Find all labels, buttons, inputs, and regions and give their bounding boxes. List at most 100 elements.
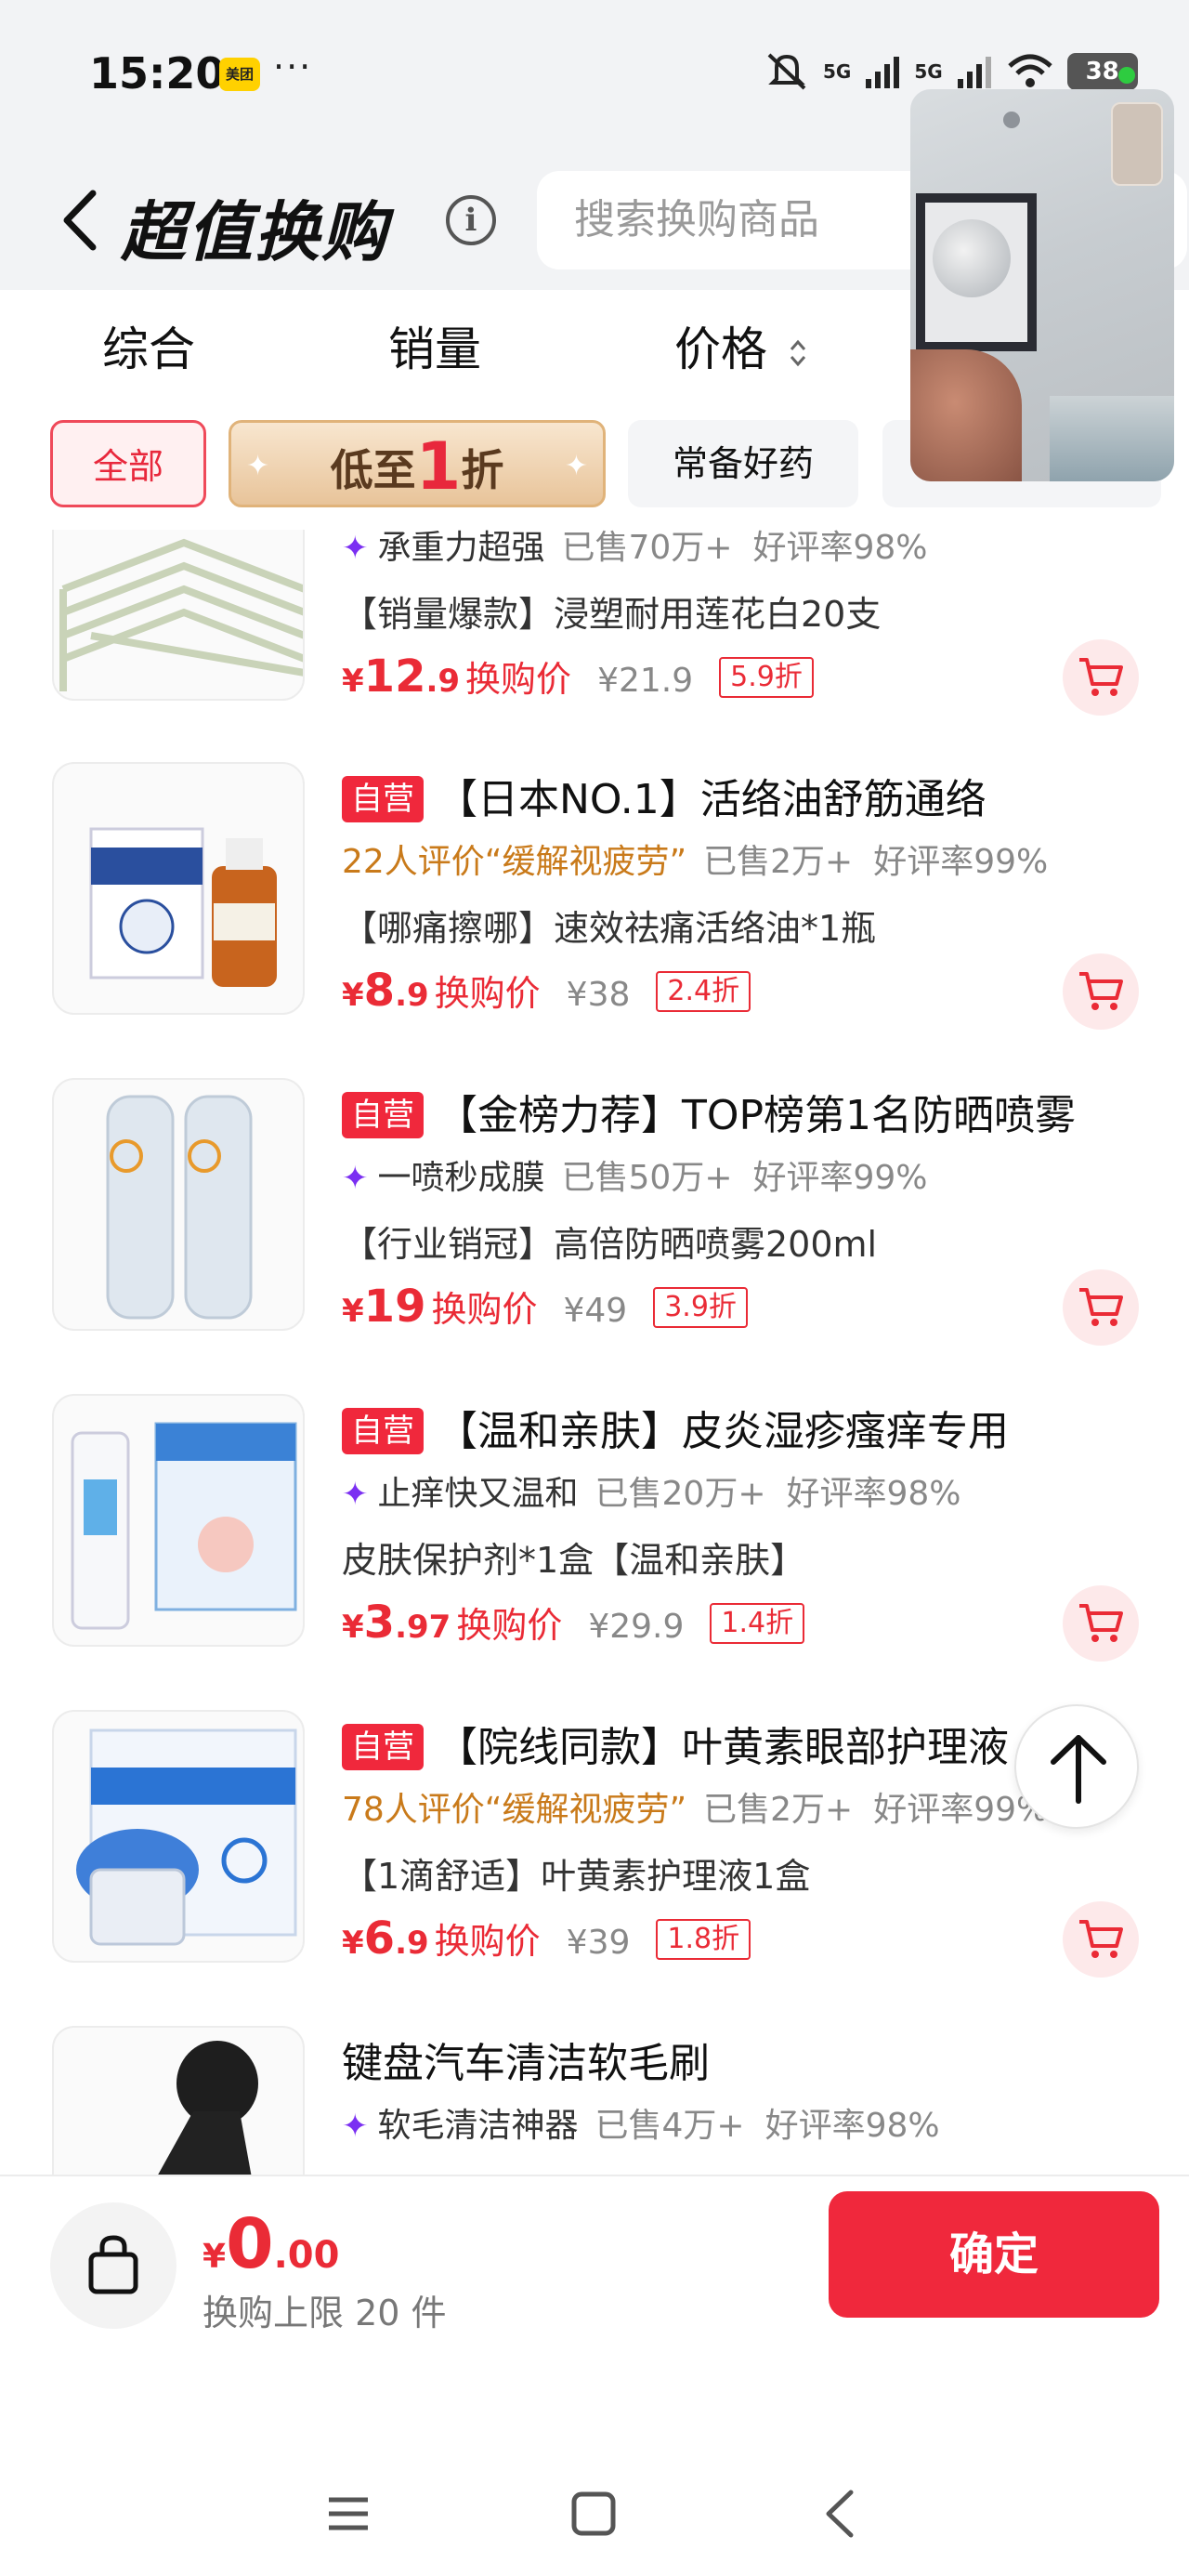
price-row: ¥19 换购价 ¥49 3.9折 (342, 1281, 748, 1336)
sparkle-icon: ✦ (564, 450, 588, 482)
product-subtitle: 【哪痛擦哪】速效祛痛活络油*1瓶 (342, 908, 877, 949)
product-thumbnail-brush[interactable] (52, 2026, 305, 2175)
self-preview-thumbnail[interactable] (1111, 102, 1163, 186)
exchange-bag-button[interactable] (50, 2202, 176, 2329)
floating-video-call-window[interactable] (910, 89, 1174, 481)
sort-arrow-icon (790, 339, 806, 366)
product-card[interactable]: 自营 【日本NO.1】活络油舒筋通络 22人评价“缓解视疲劳” 已售2万+ 好评率99… (0, 762, 1189, 1078)
sparkle-icon: ✦ (246, 450, 270, 482)
product-sold: 已售70万+ (561, 530, 733, 567)
add-to-cart-button[interactable] (1063, 1585, 1139, 1662)
sparkle-icon: ✦ (342, 1476, 369, 1513)
original-price: ¥38 (566, 976, 631, 1014)
product-thumbnail-sunscreen[interactable] (52, 1078, 305, 1331)
add-to-cart-button[interactable] (1063, 1269, 1139, 1346)
product-thumbnail-hangers[interactable] (52, 530, 305, 701)
sort-tab-label: 综合 (102, 322, 195, 376)
product-meta: ✦ 承重力超强 已售70万+ 好评率98% (342, 530, 928, 569)
product-card[interactable]: 自营 【温和亲肤】皮炎湿疹瘙痒专用 ✦ 止痒快又温和 已售20万+ 好评率98% 皮肤保… (0, 1394, 1189, 1710)
wifi-icon (1008, 54, 1052, 87)
product-meta: ✦ 止痒快又温和 已售20万+ 好评率98% (342, 1466, 961, 1515)
product-title: 键盘汽车清洁软毛刷 (342, 2040, 710, 2087)
page-title: 超值换购 (121, 194, 388, 270)
product-title: 自营 【日本NO.1】活络油舒筋通络 (342, 766, 986, 825)
self-operated-tag: 自营 (342, 776, 424, 822)
product-card[interactable]: 自营 【金榜力荐】TOP榜第1名防晒喷雾 ✦ 一喷秒成膜 已售50万+ 好评率99% 【… (0, 1078, 1189, 1394)
product-subtitle: 【1滴舒适】叶黄素护理液1盒 (342, 1856, 811, 1897)
search-input[interactable] (574, 191, 927, 247)
back-icon[interactable] (54, 188, 110, 253)
info-icon[interactable]: i (446, 195, 496, 245)
price-row: ¥8.9 换购价 ¥38 2.4折 (342, 965, 751, 1020)
signal-5g-label-1: 5G (823, 60, 852, 83)
cart-icon (1079, 1288, 1123, 1326)
meituan-app-icon: 美团 (219, 58, 260, 91)
sort-tab-price[interactable]: 价格 (674, 312, 808, 379)
skin-cream-image (71, 1422, 297, 1630)
filter-chip-discount[interactable]: ✦ 低至1折 ✦ (229, 420, 606, 507)
discount-badge: 5.9折 (719, 657, 814, 698)
product-card[interactable]: ✦ 承重力超强 已售70万+ 好评率98% 【销量爆款】浸塑耐用莲花白20支 ¥12.… (0, 530, 1189, 764)
product-thumbnail-skin-cream[interactable] (52, 1394, 305, 1647)
exchange-price: ¥12.9 (342, 651, 461, 703)
product-subtitle: 皮肤保护剂*1盒【温和亲肤】 (342, 1540, 806, 1581)
promo-suffix: 折 (461, 445, 504, 495)
cart-icon (1079, 1920, 1123, 1958)
price-label: 换购价 (434, 1921, 541, 1962)
promo-prefix: 低至 (330, 445, 416, 495)
product-thumbnail-eye-drops[interactable] (52, 1710, 305, 1963)
filter-chip-all[interactable]: 全部 (50, 420, 206, 507)
signal-icon-2 (957, 57, 991, 88)
camera-in-use-dot (1118, 67, 1135, 84)
wall-painting (916, 193, 1037, 351)
self-operated-tag: 自营 (342, 1408, 424, 1454)
price-label: 换购价 (434, 973, 541, 1014)
product-meta: 22人评价“缓解视疲劳” 已售2万+ 好评率99% (342, 835, 1048, 883)
product-title: 自营 【院线同款】叶黄素眼部护理液 (342, 1714, 1009, 1773)
product-rating: 好评率98% (752, 530, 928, 567)
confirm-button[interactable]: 确定 (829, 2191, 1159, 2318)
exchange-price: ¥8.9 (342, 965, 429, 1017)
painting-moon (933, 219, 1011, 297)
product-subtitle: 【行业销冠】高倍防晒喷雾200ml (342, 1224, 878, 1265)
sparkle-icon: ✦ (342, 1160, 369, 1197)
product-card[interactable]: 自营 【院线同款】叶黄素眼部护理液 78人评价“缓解视疲劳” 已售2万+ 好评率99%… (0, 1710, 1189, 2026)
nav-back-icon[interactable] (799, 2472, 882, 2556)
filter-chip-medicine[interactable]: 常备好药 (628, 420, 858, 507)
mute-icon (767, 53, 806, 90)
cart-icon (1079, 1604, 1123, 1642)
discount-badge: 2.4折 (656, 971, 751, 1012)
product-reviews: 78人评价“缓解视疲劳” (342, 1791, 687, 1829)
product-card[interactable]: 键盘汽车清洁软毛刷 ✦ 软毛清洁神器 已售4万+ 好评率98% (0, 2026, 1189, 2175)
product-rating: 好评率98% (764, 2107, 940, 2145)
sort-tab-sales[interactable]: 销量 (388, 312, 481, 379)
camera-dot (1003, 112, 1020, 128)
scroll-to-top-button[interactable] (1014, 1704, 1139, 1829)
status-time: 15:20 (89, 48, 226, 99)
product-title: 自营 【金榜力荐】TOP榜第1名防晒喷雾 (342, 1082, 1076, 1141)
product-meta: 78人评价“缓解视疲劳” 已售2万+ 好评率99% (342, 1782, 1048, 1831)
exchange-price: ¥19 (342, 1281, 426, 1333)
system-nav-bar (0, 2333, 1189, 2576)
price-label: 换购价 (456, 1605, 563, 1646)
product-highlight: 软毛清洁神器 (377, 2107, 579, 2145)
arrow-up-icon (1051, 1735, 1106, 1804)
add-to-cart-button[interactable] (1063, 1901, 1139, 1978)
home-icon[interactable] (552, 2472, 635, 2556)
product-thumbnail-oil[interactable] (52, 762, 305, 1015)
product-rating: 好评率99% (752, 1159, 928, 1197)
checkout-footer: ¥0.00 换购上限 20 件 确定 (0, 2175, 1189, 2333)
add-to-cart-button[interactable] (1063, 953, 1139, 1030)
signal-icon (866, 57, 900, 88)
product-highlight: 承重力超强 (377, 530, 545, 567)
add-to-cart-button[interactable] (1063, 639, 1139, 716)
menu-icon[interactable] (307, 2472, 390, 2556)
price-row: ¥12.9 换购价 ¥21.9 5.9折 (342, 651, 814, 706)
discount-badge: 1.4折 (710, 1603, 805, 1644)
product-meta: ✦ 软毛清洁神器 已售4万+ 好评率98% (342, 2098, 940, 2147)
sort-tab-comprehensive[interactable]: 综合 (102, 312, 195, 379)
self-operated-tag: 自营 (342, 1724, 424, 1770)
brush-image (158, 2041, 258, 2175)
more-notifications-icon: ··· (273, 46, 313, 87)
product-sold: 已售2万+ (703, 843, 854, 881)
